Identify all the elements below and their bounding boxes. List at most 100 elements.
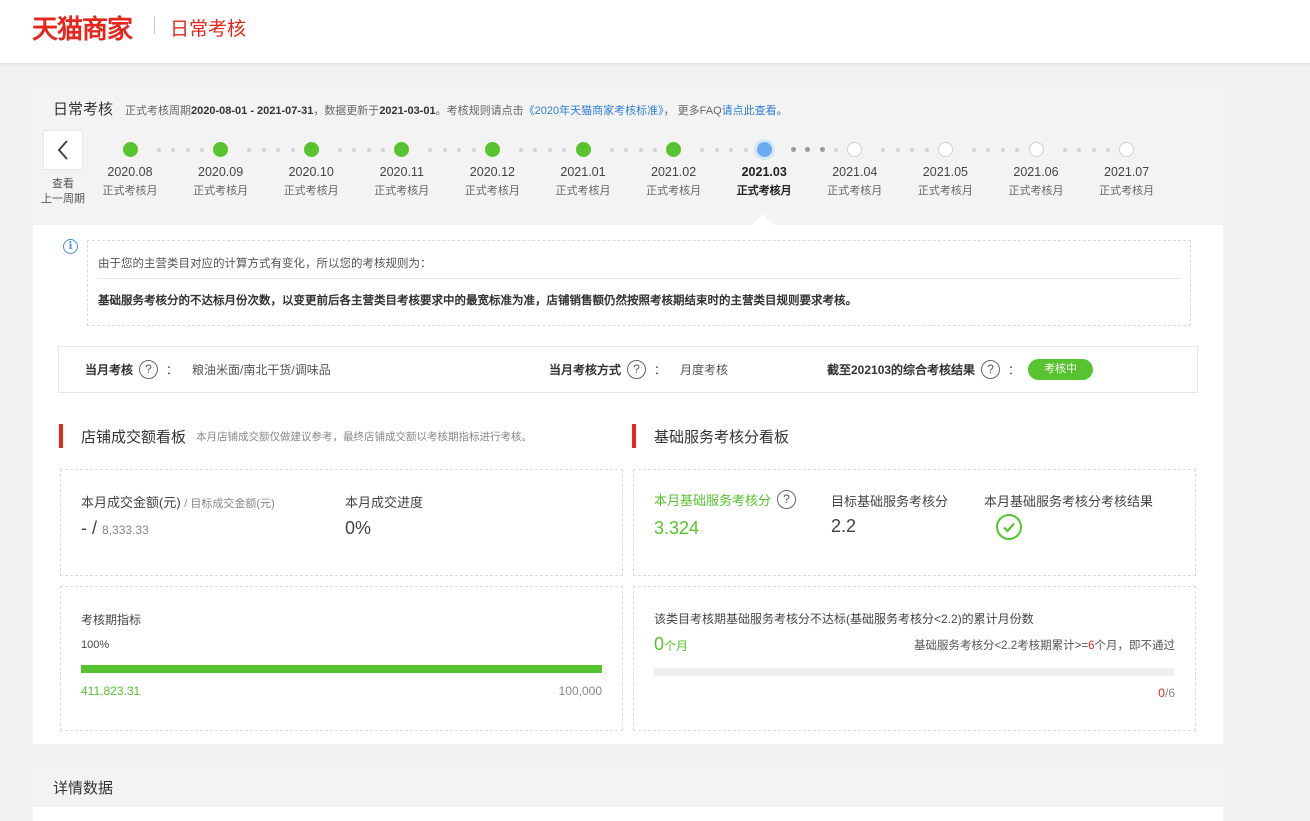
month-status-label: 正式考核月 xyxy=(283,185,339,197)
colon: ： xyxy=(1008,363,1021,377)
month-assess-label: 当月考核 xyxy=(85,363,134,377)
fail-count-title: 该类目考核期基础服务考核分不达标(基础服务考核分<2.2)的累计月份数 xyxy=(654,612,1034,626)
month-assess-item: 当月考核 ? ： 粮油米面/南北干货/调味品 xyxy=(85,347,331,392)
timeline-month[interactable]: 2021.01 正式考核月 xyxy=(538,140,628,198)
fail-count-ratio: 0/6 xyxy=(1158,686,1175,700)
target-score-label: 目标基础服务考核分 xyxy=(831,494,949,509)
details-header: 详情数据 xyxy=(33,764,1223,807)
month-label: 2021.07 xyxy=(1104,165,1150,179)
month-status-dot xyxy=(937,142,953,157)
fail-rule-prefix: 基础服务考核分<2.2考核期累计>= xyxy=(913,640,1089,652)
faq-link[interactable]: 请点此查看 xyxy=(722,105,777,117)
timeline-month[interactable]: 2021.02 正式考核月 xyxy=(629,140,719,198)
timeline-connector-dot xyxy=(714,148,719,152)
timeline-month[interactable]: 2020.11 正式考核月 xyxy=(357,140,447,198)
timeline-month[interactable]: 2020.09 正式考核月 xyxy=(176,140,266,198)
top-header: 天猫商家 日常考核 xyxy=(0,0,1310,64)
timeline-connector-dot xyxy=(790,147,796,152)
month-status-label: 正式考核月 xyxy=(646,185,702,197)
month-status-dot xyxy=(303,142,319,157)
month-status-label: 正式考核月 xyxy=(102,185,158,197)
prev-cycle-button[interactable] xyxy=(43,130,83,170)
timeline-connector-dot xyxy=(1062,148,1067,152)
rule-change-notice: 由于您的主营类目对应的计算方式有变化，所以您的考核规则为： 基础服务考核分的不达… xyxy=(87,240,1191,326)
month-label: 2020.09 xyxy=(198,165,244,179)
period-target-value: 100,000 xyxy=(558,684,602,698)
service-score-label: 本月基础服务考核分 ? xyxy=(654,490,800,509)
month-label: 2021.03 xyxy=(741,165,787,179)
month-status-label: 正式考核月 xyxy=(555,185,611,197)
month-label: 2020.10 xyxy=(288,165,334,179)
month-label: 2021.05 xyxy=(922,165,968,179)
month-status-label: 正式考核月 xyxy=(374,185,430,197)
month-status-label: 正式考核月 xyxy=(1008,185,1064,197)
period-progress-bar xyxy=(81,665,602,673)
sales-board-heading: 店铺成交额看板 xyxy=(81,428,187,446)
timeline-month[interactable]: 2021.06 正式考核月 xyxy=(991,140,1081,198)
check-circle-icon xyxy=(996,514,1022,540)
timeline-month[interactable]: 2021.07 正式考核月 xyxy=(1082,140,1172,198)
help-icon[interactable]: ? xyxy=(139,360,159,379)
colon: ： xyxy=(654,363,667,377)
notice-intro: 由于您的主营类目对应的计算方式有变化，所以您的考核规则为： xyxy=(98,258,432,270)
monthly-amount-label: 本月成交金额(元) / 目标成交金额(元) xyxy=(81,492,275,511)
target-label-text: / 目标成交金额(元) xyxy=(184,498,275,510)
help-icon[interactable]: ? xyxy=(981,360,1001,379)
timeline-month[interactable]: 2021.03 正式考核月 xyxy=(719,140,809,198)
assess-method-item: 当月考核方式 ? ： 月度考核 xyxy=(549,347,728,392)
timeline-month[interactable]: 2020.12 正式考核月 xyxy=(447,140,537,198)
header-title: 日常考核 xyxy=(170,19,247,40)
timeline-connector-dot xyxy=(337,148,342,152)
help-icon[interactable]: ? xyxy=(777,490,797,509)
assessment-status-row: 当月考核 ? ： 粮油米面/南北干货/调味品 当月考核方式 ? ： 月度考核 截… xyxy=(58,346,1198,393)
timeline-month[interactable]: 2020.10 正式考核月 xyxy=(266,140,356,198)
month-status-dot xyxy=(756,142,772,157)
month-status-label: 正式考核月 xyxy=(464,185,520,197)
rule-prefix: 。考核规则请点击 xyxy=(435,105,524,117)
timeline-month[interactable]: 2020.08 正式考核月 xyxy=(85,140,175,198)
main-card: 日常考核 正式考核周期2020-08-01 - 2021-07-31，数据更新于… xyxy=(33,84,1223,744)
target-score-value: 2.2 xyxy=(831,516,857,536)
period-actual-value: 411,823.31 xyxy=(81,684,141,698)
amount-value: - xyxy=(81,518,87,538)
assess-method-label: 当月考核方式 xyxy=(549,363,622,377)
period-indicator-label: 考核期指标 xyxy=(81,613,142,627)
timeline-month[interactable]: 2021.04 正式考核月 xyxy=(810,140,900,198)
timeline-connector-dot xyxy=(971,148,976,152)
fail-count-number: 0 xyxy=(654,634,665,654)
timeline-month[interactable]: 2021.05 正式考核月 xyxy=(900,140,990,198)
period-indicator-panel: 考核期指标 100% 411,823.31 100,000 xyxy=(60,586,623,731)
rule-standard-link[interactable]: 《2020年天猫商家考核标准》 xyxy=(524,105,664,117)
brand-logo[interactable]: 天猫商家 xyxy=(32,9,133,46)
fail-count-current: 0 xyxy=(1158,686,1165,700)
overall-result-label: 截至202103的综合考核结果 xyxy=(827,363,976,377)
period-prefix: 正式考核周期 xyxy=(125,105,191,117)
monthly-sales-panel: 本月成交金额(元) / 目标成交金额(元) - / 8,333.33 本月成交进… xyxy=(60,469,623,576)
service-board-heading: 基础服务考核分看板 xyxy=(654,428,790,446)
progress-label: 本月成交进度 xyxy=(345,495,424,510)
month-label: 2021.02 xyxy=(651,165,697,179)
prev-cycle-label-line2: 上一周期 xyxy=(41,193,85,205)
month-timeline: 2020.08 正式考核月 2020.09 正式考核月 2020.10 正式考核月 2020… xyxy=(85,140,1215,220)
details-title: 详情数据 xyxy=(53,780,114,797)
progress-value: 0% xyxy=(345,518,372,538)
help-icon[interactable]: ? xyxy=(627,360,647,379)
timeline-connector-dot xyxy=(171,148,175,152)
amount-label-text: 本月成交金额(元) xyxy=(81,495,181,510)
target-value: 8,333.33 xyxy=(102,523,149,537)
prev-cycle-label[interactable]: 查看 上一周期 xyxy=(35,177,91,207)
current-month-pointer xyxy=(752,214,774,225)
month-assess-value: 粮油米面/南北干货/调味品 xyxy=(192,363,331,377)
service-score-panel: 本月基础服务考核分 ? 3.324 目标基础服务考核分 2.2 本月基础服务考核… xyxy=(633,469,1196,576)
period-percent: 100% xyxy=(81,639,110,651)
month-label: 2020.08 xyxy=(107,165,153,179)
period-progress-fill xyxy=(81,665,602,673)
month-status-dot xyxy=(213,142,229,157)
service-score-label-text: 本月基础服务考核分 xyxy=(654,493,772,508)
amount-slash: / xyxy=(92,518,98,538)
timeline-connector-dot xyxy=(624,148,628,152)
service-score-value: 3.324 xyxy=(654,518,700,538)
fail-rule-suffix: 个月，即不通过 xyxy=(1094,640,1176,652)
info-icon: i xyxy=(63,239,78,254)
timeline-connector-dot xyxy=(156,148,161,152)
